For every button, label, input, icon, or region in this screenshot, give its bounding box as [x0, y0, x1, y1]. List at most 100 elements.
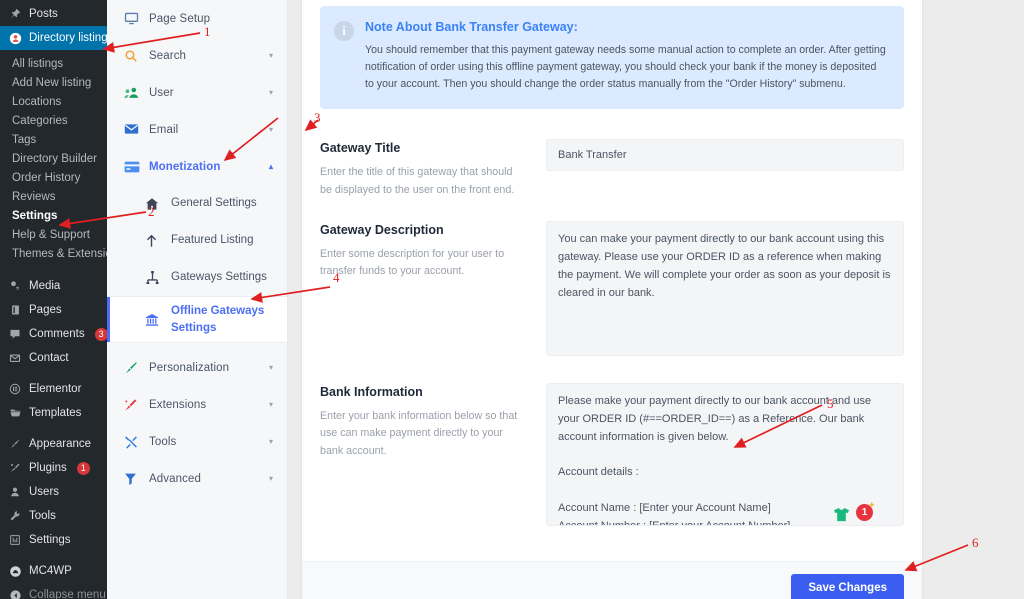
submenu-item-add-new-listing[interactable]: Add New listing [0, 73, 107, 92]
field-row-gateway-title: Gateway Title Enter the title of this ga… [320, 125, 904, 207]
submenu-item-order-history[interactable]: Order History [0, 168, 107, 187]
bank-transfer-notice: i Note About Bank Transfer Gateway: You … [320, 6, 904, 109]
notice-title: Note About Bank Transfer Gateway: [365, 20, 888, 34]
pin-icon [8, 7, 22, 21]
nav-item-user[interactable]: User ▾ [107, 74, 287, 111]
nav-item-label: Page Setup [144, 13, 273, 25]
sidebar-item-comments[interactable]: Comments 3 [0, 322, 107, 346]
sidebar-item-label: Comments [29, 328, 85, 340]
sidebar-item-elementor[interactable]: Elementor [0, 377, 107, 401]
nav-subitem-label: Gateways Settings [167, 269, 267, 286]
search-icon [124, 49, 144, 63]
nav-item-extensions[interactable]: Extensions ▾ [107, 386, 287, 423]
comments-count-badge: 3 [95, 328, 107, 341]
paintbrush-icon [124, 361, 144, 375]
nav-item-advanced[interactable]: Advanced ▾ [107, 460, 287, 497]
bank-information-label: Bank Information [320, 385, 520, 399]
nav-subitem-label: Offline Gateways Settings [167, 303, 273, 336]
sidebar-item-templates[interactable]: Templates [0, 401, 107, 425]
sidebar-item-label: Tools [29, 510, 56, 522]
gateway-description-textarea[interactable]: You can make your payment directly to ou… [546, 221, 904, 356]
submenu-item-themes-extensions[interactable]: Themes & Extensions [0, 244, 107, 263]
nav-subitem-featured-listing[interactable]: Featured Listing [107, 222, 287, 259]
directory-icon [8, 31, 22, 45]
plugin-settings-nav: Page Setup Search ▾ User ▾ Email ▾ [107, 0, 288, 599]
nav-item-email[interactable]: Email ▾ [107, 111, 287, 148]
chevron-down-icon: ▾ [269, 52, 273, 60]
nav-item-page-setup[interactable]: Page Setup [107, 0, 287, 37]
nav-item-label: Tools [144, 436, 269, 448]
collapse-icon [8, 588, 22, 599]
submenu-item-settings[interactable]: Settings [0, 206, 107, 225]
nav-item-search[interactable]: Search ▾ [107, 37, 287, 74]
sidebar-item-label: Appearance [29, 438, 91, 450]
sidebar-item-posts[interactable]: Posts [0, 2, 107, 26]
sidebar-item-label: Media [29, 280, 60, 292]
screenshot-root: Posts Directory listings All listings Ad… [0, 0, 1024, 599]
sidebar-item-directory-listings[interactable]: Directory listings [0, 26, 107, 50]
nav-subitem-offline-gateways-settings[interactable]: Offline Gateways Settings [107, 296, 287, 343]
sidebar-item-media[interactable]: Media [0, 274, 107, 298]
sidebar-item-label: Elementor [29, 383, 81, 395]
sidebar-item-label: Directory listings [29, 32, 107, 44]
sidebar-item-tools[interactable]: Tools [0, 504, 107, 528]
sidebar-item-users[interactable]: Users [0, 480, 107, 504]
bank-information-description: Enter your bank information below so tha… [320, 408, 520, 460]
nav-item-personalization[interactable]: Personalization ▾ [107, 349, 287, 386]
nav-subitem-general-settings[interactable]: General Settings [107, 185, 287, 222]
nav-item-label: Extensions [144, 399, 269, 411]
gateway-title-input[interactable] [546, 139, 904, 171]
wrench-icon [124, 435, 144, 449]
nav-item-label: Personalization [144, 362, 269, 374]
nav-subitem-gateways-settings[interactable]: Gateways Settings [107, 259, 287, 296]
notice-content: Note About Bank Transfer Gateway: You sh… [365, 20, 888, 93]
gateway-description-description: Enter some description for your user to … [320, 246, 520, 281]
templates-icon [8, 406, 22, 420]
settings-card: i Note About Bank Transfer Gateway: You … [302, 0, 922, 599]
mail-icon [8, 351, 22, 365]
submenu-item-tags[interactable]: Tags [0, 130, 107, 149]
network-icon [145, 271, 167, 284]
chevron-down-icon: ▾ [269, 126, 273, 134]
nav-subitem-label: Featured Listing [167, 232, 253, 249]
gateway-description-label: Gateway Description [320, 223, 520, 237]
nav-item-monetization[interactable]: Monetization ▴ [107, 148, 287, 185]
user-group-icon [124, 86, 144, 100]
submenu-item-all-listings[interactable]: All listings [0, 54, 107, 73]
main-content: i Note About Bank Transfer Gateway: You … [288, 0, 1024, 599]
sidebar-item-collapse-menu[interactable]: Collapse menu [0, 583, 107, 599]
submenu-item-locations[interactable]: Locations [0, 92, 107, 111]
field-label-group: Bank Information Enter your bank informa… [320, 383, 520, 531]
field-label-group: Gateway Title Enter the title of this ga… [320, 139, 520, 199]
info-icon: i [334, 21, 354, 41]
directory-submenu: All listings Add New listing Locations C… [0, 50, 107, 267]
users-icon [8, 485, 22, 499]
sidebar-item-contact[interactable]: Contact [0, 346, 107, 370]
settings-card-body: i Note About Bank Transfer Gateway: You … [302, 0, 922, 561]
submenu-item-help-support[interactable]: Help & Support [0, 225, 107, 244]
sidebar-item-settings[interactable]: Settings [0, 528, 107, 552]
sidebar-item-pages[interactable]: Pages [0, 298, 107, 322]
filter-icon [124, 472, 144, 486]
monitor-icon [124, 11, 144, 26]
sidebar-item-label: Templates [29, 407, 81, 419]
sidebar-divider [0, 267, 107, 274]
gateway-title-description: Enter the title of this gateway that sho… [320, 164, 520, 199]
submenu-item-categories[interactable]: Categories [0, 111, 107, 130]
plugins-count-badge: 1 [77, 462, 90, 475]
home-icon [145, 197, 167, 211]
nav-item-tools[interactable]: Tools ▾ [107, 423, 287, 460]
sidebar-item-mc4wp[interactable]: MC4WP [0, 559, 107, 583]
field-row-gateway-description: Gateway Description Enter some descripti… [320, 207, 904, 369]
sidebar-item-label: Users [29, 486, 59, 498]
nav-item-label: User [144, 87, 269, 99]
submenu-item-reviews[interactable]: Reviews [0, 187, 107, 206]
sidebar-item-label: Posts [29, 8, 58, 20]
envelope-icon [124, 123, 144, 136]
sidebar-item-appearance[interactable]: Appearance [0, 432, 107, 456]
save-changes-button[interactable]: Save Changes [791, 574, 904, 599]
settings-icon [8, 533, 22, 547]
submenu-item-directory-builder[interactable]: Directory Builder [0, 149, 107, 168]
bank-information-textarea[interactable]: Please make your payment directly to our… [546, 383, 904, 526]
sidebar-item-plugins[interactable]: Plugins 1 [0, 456, 107, 480]
